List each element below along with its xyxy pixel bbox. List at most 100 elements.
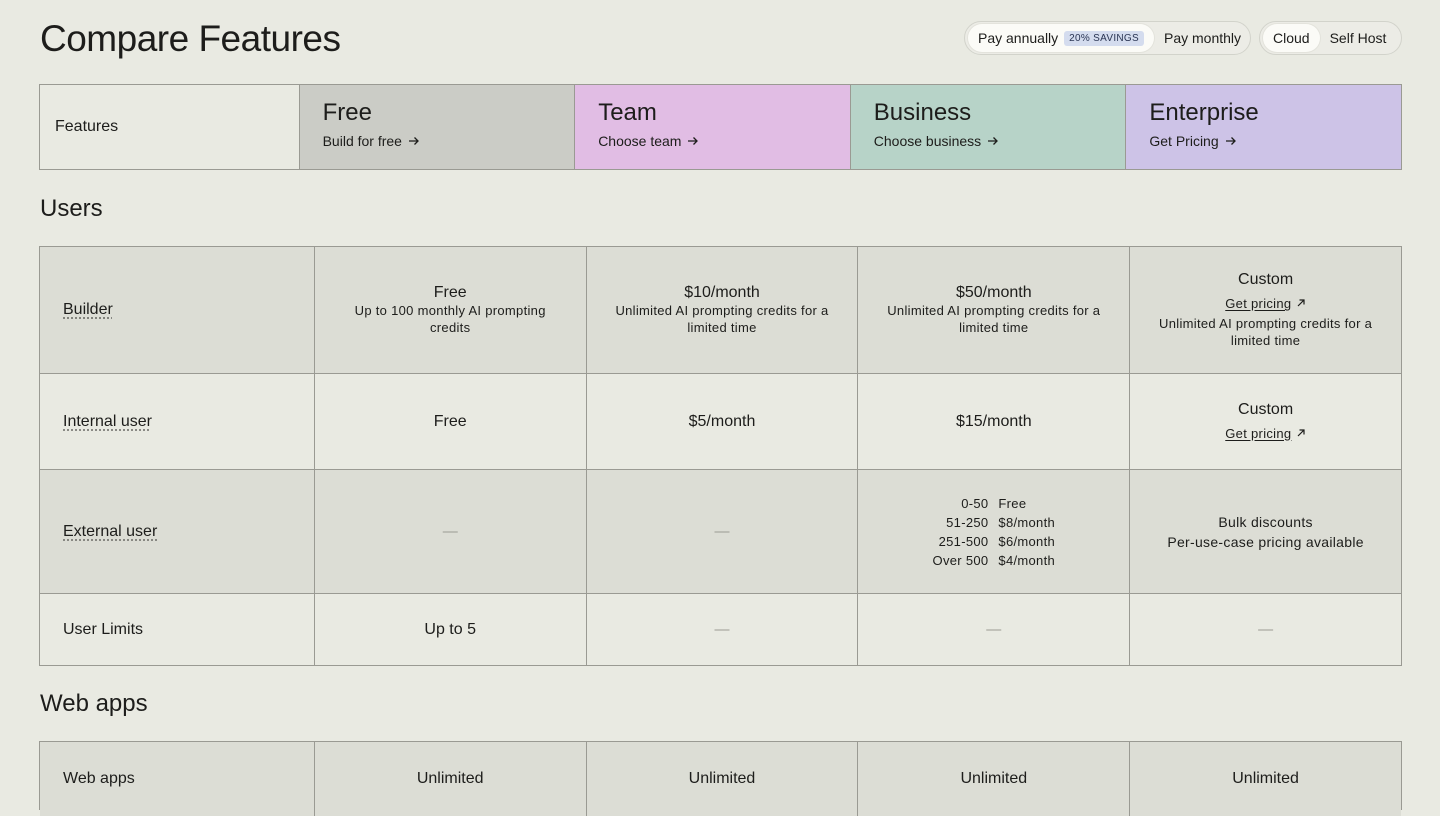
tier-range: 0-50	[933, 494, 989, 513]
cloud-option[interactable]: Cloud	[1263, 24, 1320, 52]
cell-value: $5/month	[689, 413, 756, 431]
table-row-internal-user: Internal user Free $5/month $15/month Cu…	[40, 373, 1401, 469]
cell-external-free: —	[314, 470, 586, 593]
features-header-cell: Features	[40, 85, 299, 169]
cell-subtext: Unlimited AI prompting credits for a lim…	[607, 302, 838, 336]
get-pricing-label: Get Pricing	[1149, 133, 1218, 149]
build-for-free-link[interactable]: Build for free	[323, 133, 420, 149]
cell-builder-free: Free Up to 100 monthly AI prompting cred…	[314, 247, 586, 373]
pay-annually-option[interactable]: Pay annually 20% SAVINGS	[968, 24, 1154, 52]
cell-value: Free	[434, 284, 467, 302]
cell-subtext: Unlimited AI prompting credits for a lim…	[1150, 315, 1381, 349]
cell-text-line: Per-use-case pricing available	[1167, 532, 1364, 552]
choose-team-label: Choose team	[598, 133, 681, 149]
row-label-internal-user[interactable]: Internal user	[63, 413, 152, 431]
cell-limits-enterprise: —	[1129, 594, 1401, 665]
external-arrow-icon	[1296, 428, 1306, 438]
tier-range: 51-250	[933, 513, 989, 532]
empty-dash: —	[443, 523, 458, 540]
get-pricing-inline-link[interactable]: Get pricing	[1225, 425, 1306, 443]
tier-range: Over 500	[933, 551, 989, 570]
tier-price: $6/month	[998, 532, 1055, 551]
row-label-cell: User Limits	[40, 594, 314, 665]
tier-range: 251-500	[933, 532, 989, 551]
get-pricing-link-label: Get pricing	[1225, 296, 1291, 311]
pricing-tiers: 0-50 Free 51-250 $8/month 251-500 $6/mon…	[933, 494, 1055, 570]
section-title-users: Users	[40, 195, 103, 223]
cell-external-business: 0-50 Free 51-250 $8/month 251-500 $6/mon…	[857, 470, 1129, 593]
row-label-builder[interactable]: Builder	[63, 301, 113, 319]
cell-value: Unlimited	[1232, 770, 1299, 788]
cell-value: Free	[434, 413, 467, 431]
get-pricing-link[interactable]: Get Pricing	[1149, 133, 1236, 149]
arrow-right-icon	[987, 135, 999, 147]
cell-value: Custom	[1238, 271, 1293, 289]
users-table: Builder Free Up to 100 monthly AI prompt…	[39, 246, 1402, 666]
plan-header-free: Free Build for free	[299, 85, 575, 169]
empty-dash: —	[714, 621, 729, 638]
get-pricing-link-label: Get pricing	[1225, 426, 1291, 441]
empty-dash: —	[714, 523, 729, 540]
empty-dash: —	[1258, 621, 1273, 638]
get-pricing-inline-link[interactable]: Get pricing	[1225, 295, 1306, 313]
arrow-right-icon	[687, 135, 699, 147]
savings-badge: 20% SAVINGS	[1064, 31, 1144, 46]
table-row-user-limits: User Limits Up to 5 — — —	[40, 593, 1401, 665]
table-row-external-user: External user — — 0-50 Free 51-250 $8/mo…	[40, 469, 1401, 593]
choose-team-link[interactable]: Choose team	[598, 133, 699, 149]
plan-name-enterprise: Enterprise	[1149, 99, 1378, 127]
cell-subtext: Unlimited AI prompting credits for a lim…	[878, 302, 1109, 336]
plan-name-team: Team	[598, 99, 827, 127]
billing-toggle: Pay annually 20% SAVINGS Pay monthly	[964, 21, 1251, 55]
row-label-cell: External user	[40, 470, 314, 593]
cell-subtext: Up to 100 monthly AI prompting credits	[335, 302, 566, 336]
cell-internal-enterprise: Custom Get pricing	[1129, 374, 1401, 469]
cell-text-line: Bulk discounts	[1218, 512, 1312, 532]
cell-webapps-team: Unlimited	[586, 742, 858, 816]
cell-value: Unlimited	[689, 770, 756, 788]
cell-webapps-free: Unlimited	[314, 742, 586, 816]
tier-price: $4/month	[998, 551, 1055, 570]
cell-internal-team: $5/month	[586, 374, 858, 469]
cell-value: Custom	[1238, 401, 1293, 419]
external-arrow-icon	[1296, 298, 1306, 308]
cell-value: Unlimited	[417, 770, 484, 788]
page-title: Compare Features	[40, 18, 340, 60]
pay-monthly-option[interactable]: Pay monthly	[1154, 24, 1251, 52]
tier-price: Free	[998, 494, 1055, 513]
row-label-user-limits: User Limits	[63, 621, 143, 639]
row-label-cell: Web apps	[40, 742, 314, 816]
plan-header-team: Team Choose team	[574, 85, 850, 169]
table-row-builder: Builder Free Up to 100 monthly AI prompt…	[40, 247, 1401, 373]
cell-value: Up to 5	[424, 621, 476, 639]
plan-header-row: Features Free Build for free Team Choose…	[39, 84, 1402, 170]
cell-external-team: —	[586, 470, 858, 593]
cell-value: $50/month	[956, 284, 1032, 302]
tier-price: $8/month	[998, 513, 1055, 532]
deployment-toggle: Cloud Self Host	[1259, 21, 1402, 55]
arrow-right-icon	[408, 135, 420, 147]
web-apps-table: Web apps Unlimited Unlimited Unlimited U…	[39, 741, 1402, 810]
arrow-right-icon	[1225, 135, 1237, 147]
build-for-free-label: Build for free	[323, 133, 402, 149]
choose-business-label: Choose business	[874, 133, 981, 149]
cell-internal-business: $15/month	[857, 374, 1129, 469]
self-host-option[interactable]: Self Host	[1320, 24, 1397, 52]
choose-business-link[interactable]: Choose business	[874, 133, 999, 149]
table-row-web-apps: Web apps Unlimited Unlimited Unlimited U…	[40, 742, 1401, 816]
row-label-external-user[interactable]: External user	[63, 523, 157, 541]
empty-dash: —	[986, 621, 1001, 638]
cell-value: Unlimited	[960, 770, 1027, 788]
cell-limits-free: Up to 5	[314, 594, 586, 665]
cell-builder-business: $50/month Unlimited AI prompting credits…	[857, 247, 1129, 373]
row-label-web-apps: Web apps	[63, 770, 135, 788]
cell-external-enterprise: Bulk discounts Per-use-case pricing avai…	[1129, 470, 1401, 593]
cell-internal-free: Free	[314, 374, 586, 469]
cell-webapps-business: Unlimited	[857, 742, 1129, 816]
plan-header-enterprise: Enterprise Get Pricing	[1125, 85, 1401, 169]
features-header-label: Features	[55, 118, 118, 136]
cell-limits-business: —	[857, 594, 1129, 665]
cell-value: $10/month	[684, 284, 760, 302]
section-title-web-apps: Web apps	[40, 690, 148, 718]
row-label-cell: Internal user	[40, 374, 314, 469]
